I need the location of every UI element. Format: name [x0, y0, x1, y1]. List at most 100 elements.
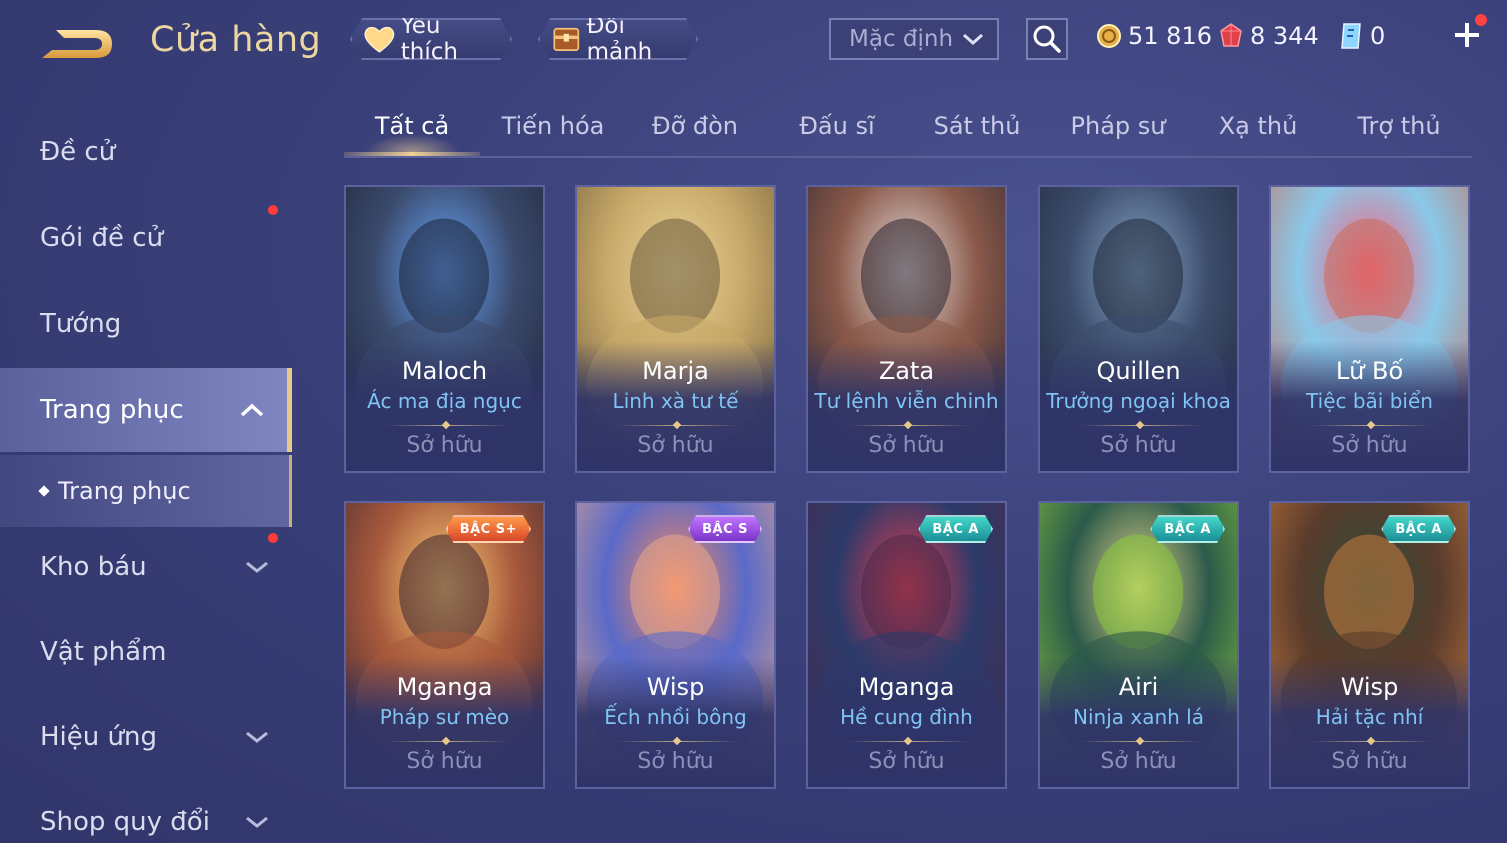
skin-name: Tiệc bãi biển: [1306, 389, 1433, 413]
card-divider: [848, 425, 969, 426]
skin-card[interactable]: BẬC A Mganga Hề cung đình Sở hữu: [806, 501, 1007, 789]
voucher-icon: [1341, 23, 1361, 49]
card-divider: [617, 741, 738, 742]
card-divider: [386, 425, 507, 426]
heart-icon: [362, 23, 397, 55]
diamond-bullet-icon: [38, 485, 50, 497]
skin-card[interactable]: BẬC S Wisp Ếch nhồi bông Sở hữu: [575, 501, 776, 789]
tab-support[interactable]: Trợ thủ: [1334, 112, 1464, 152]
tab-tank[interactable]: Đỡ đòn: [630, 112, 760, 152]
sidebar-item-exchange-shop[interactable]: Shop quy đổi: [0, 780, 292, 843]
owned-status: Sở hữu: [1100, 433, 1177, 458]
owned-status: Sở hữu: [637, 433, 714, 458]
card-divider: [1080, 425, 1201, 426]
skin-name: Hải tặc nhí: [1315, 705, 1424, 729]
card-divider: [848, 741, 969, 742]
active-tab-glow: [364, 134, 460, 152]
card-divider: [1311, 425, 1432, 426]
sidebar-item-label: Đề cử: [40, 137, 116, 167]
skin-name: Linh xà tư tế: [612, 389, 739, 413]
favorites-label: Yêu thích: [400, 13, 458, 65]
tab-marksman[interactable]: Xạ thủ: [1193, 112, 1323, 152]
owned-status: Sở hữu: [1100, 749, 1177, 774]
ruby-gem-icon: [1220, 23, 1242, 47]
sidebar-item-label: Kho báu: [40, 552, 147, 582]
hero-name: Marja: [642, 357, 709, 385]
sidebar-item-heroes[interactable]: Tướng: [0, 282, 292, 366]
shard-exchange-label: Đổi mảnh: [586, 13, 653, 65]
search-icon: [1033, 25, 1061, 53]
skin-name: Trưởng ngoại khoa: [1046, 389, 1231, 413]
sidebar-item-label: Hiệu ứng: [40, 722, 157, 752]
owned-status: Sở hữu: [868, 749, 945, 774]
chevron-up-icon: [240, 403, 264, 417]
notification-dot: [1475, 14, 1487, 26]
skin-card[interactable]: BẬC A Airi Ninja xanh lá Sở hữu: [1038, 501, 1239, 789]
chevron-down-icon: [246, 731, 268, 743]
sidebar-item-skins[interactable]: Trang phục: [0, 368, 292, 452]
tier-badge: BẬC A: [918, 515, 993, 543]
skin-card[interactable]: BẬC S+ Mganga Pháp sư mèo Sở hữu: [344, 501, 545, 789]
skin-name: Ninja xanh lá: [1073, 705, 1204, 729]
gold-coin-icon: [1097, 24, 1121, 48]
active-tab-indicator: [344, 152, 480, 156]
sidebar-item-recommended[interactable]: Đề cử: [0, 110, 292, 194]
owned-status: Sở hữu: [1331, 433, 1408, 458]
chevron-down-icon: [246, 816, 268, 828]
tier-badge: BẬC A: [1150, 515, 1225, 543]
card-divider: [386, 741, 507, 742]
tier-badge: BẬC S+: [446, 515, 531, 543]
tab-evolution[interactable]: Tiến hóa: [488, 112, 618, 152]
owned-status: Sở hữu: [868, 433, 945, 458]
sidebar-item-treasure[interactable]: Kho báu: [0, 525, 292, 609]
skin-card[interactable]: Quillen Trưởng ngoại khoa Sở hữu: [1038, 185, 1239, 473]
sidebar-item-items[interactable]: Vật phẩm: [0, 610, 292, 694]
notification-dot: [268, 533, 278, 543]
gold-amount: 51 816: [1128, 22, 1212, 50]
skin-card[interactable]: Marja Linh xà tư tế Sở hữu: [575, 185, 776, 473]
owned-status: Sở hữu: [637, 749, 714, 774]
sidebar-item-label: Gói đề cử: [40, 223, 164, 253]
hero-name: Zata: [878, 357, 935, 385]
hero-name: Mganga: [396, 673, 493, 701]
skin-name: Hề cung đình: [840, 705, 973, 729]
chest-icon: [550, 23, 583, 55]
sidebar-item-recommended-bundles[interactable]: Gói đề cử: [0, 196, 292, 280]
skin-card[interactable]: Zata Tư lệnh viễn chinh Sở hữu: [806, 185, 1007, 473]
hero-name: Wisp: [646, 673, 705, 701]
hero-name: Quillen: [1096, 357, 1181, 385]
search-button[interactable]: [1026, 18, 1068, 60]
notification-dot: [268, 205, 278, 215]
skin-card[interactable]: BẬC A Wisp Hải tặc nhí Sở hữu: [1269, 501, 1470, 789]
gold-balance: 51 816: [1096, 20, 1212, 52]
back-button[interactable]: [38, 22, 118, 66]
favorites-button[interactable]: Yêu thích: [350, 18, 512, 60]
skin-name: Pháp sư mèo: [379, 705, 510, 729]
ruby-balance: 8 344: [1218, 20, 1319, 52]
voucher-balance: 0: [1338, 20, 1385, 52]
skin-name: Tư lệnh viễn chinh: [814, 389, 999, 413]
hero-name: Wisp: [1340, 673, 1399, 701]
sidebar-item-label: Trang phục: [40, 395, 184, 425]
sidebar-item-label: Shop quy đổi: [40, 807, 210, 837]
card-divider: [1311, 741, 1432, 742]
shard-exchange-button[interactable]: Đổi mảnh: [538, 18, 698, 60]
skin-card[interactable]: Maloch Ác ma địa ngục Sở hữu: [344, 185, 545, 473]
skin-card[interactable]: Lữ Bố Tiệc bãi biển Sở hữu: [1269, 185, 1470, 473]
sidebar-subitem-skins[interactable]: Trang phục: [0, 455, 292, 527]
sidebar-subitem-label: Trang phục: [58, 477, 191, 505]
tab-fighter[interactable]: Đấu sĩ: [772, 112, 902, 152]
owned-status: Sở hữu: [406, 749, 483, 774]
sidebar-item-effects[interactable]: Hiệu ứng: [0, 695, 292, 779]
tab-mage[interactable]: Pháp sư: [1053, 112, 1183, 152]
sort-dropdown[interactable]: Mặc định: [829, 18, 999, 60]
role-tabs: Tất cả Tiến hóa Đỡ đòn Đấu sĩ Sát thủ Ph…: [344, 100, 1472, 158]
hero-name: Airi: [1118, 673, 1159, 701]
card-divider: [617, 425, 738, 426]
sidebar-item-label: Vật phẩm: [40, 637, 167, 667]
tier-badge: BẬC A: [1381, 515, 1456, 543]
owned-status: Sở hữu: [1331, 749, 1408, 774]
tab-assassin[interactable]: Sát thủ: [912, 112, 1042, 152]
card-divider: [1080, 741, 1201, 742]
chevron-down-icon: [246, 561, 268, 573]
